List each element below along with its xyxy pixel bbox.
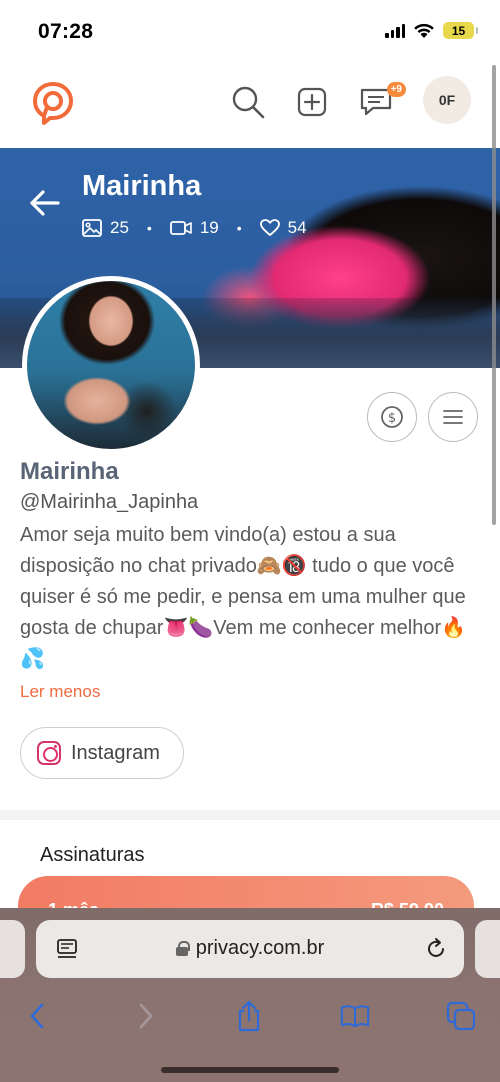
messages-button[interactable]: +9	[356, 82, 406, 122]
previous-tab-peek[interactable]	[0, 920, 25, 978]
status-bar: 07:28 15	[0, 0, 500, 62]
profile-bio: Amor seja muito bem vindo(a) estou a sua…	[20, 524, 467, 670]
home-indicator	[161, 1067, 339, 1073]
battery-icon: 15	[443, 22, 478, 39]
search-icon	[232, 86, 265, 119]
menu-icon	[443, 410, 463, 424]
lock-icon	[175, 941, 190, 956]
browser-toolbar: privacy.com.br	[0, 908, 500, 1082]
signal-icon	[385, 23, 405, 38]
bookmarks-button[interactable]	[340, 1000, 370, 1032]
cover-stats: 25 • 19 • 54	[82, 218, 307, 238]
subscriptions-section: Assinaturas 1 mês R$ 59,90	[0, 820, 500, 936]
tabs-icon	[446, 1001, 476, 1031]
cover-title: Mairinha	[82, 170, 202, 202]
scrollbar[interactable]	[492, 65, 496, 525]
image-icon	[82, 219, 102, 237]
subscriptions-title: Assinaturas	[40, 844, 145, 866]
reload-icon[interactable]	[424, 937, 448, 961]
new-post-button[interactable]	[292, 82, 332, 122]
privacy-logo-icon[interactable]	[30, 80, 76, 126]
next-tab-peek[interactable]	[475, 920, 500, 978]
instagram-button[interactable]: Instagram	[20, 727, 184, 779]
search-button[interactable]	[228, 82, 268, 122]
instagram-icon	[37, 741, 61, 765]
share-icon	[238, 1000, 260, 1032]
app-header: +9 0F	[0, 62, 500, 148]
svg-text:$: $	[388, 411, 396, 426]
separator-dot: •	[146, 220, 152, 236]
share-button[interactable]	[234, 1000, 264, 1032]
browser-back-button[interactable]	[22, 1000, 52, 1032]
url-text: privacy.com.br	[195, 937, 325, 959]
wifi-icon	[414, 23, 434, 38]
status-time: 07:28	[38, 20, 94, 43]
profile-avatar[interactable]	[22, 276, 200, 454]
chevron-left-icon	[30, 1003, 44, 1029]
chevron-right-icon	[139, 1003, 153, 1029]
dollar-coin-icon: $	[381, 406, 403, 428]
tabs-button[interactable]	[446, 1000, 476, 1032]
url-display[interactable]: privacy.com.br	[36, 937, 464, 960]
tip-button[interactable]: $	[367, 392, 417, 442]
videos-count: 19	[199, 218, 219, 237]
user-avatar[interactable]: 0F	[423, 76, 471, 124]
book-icon	[340, 1005, 370, 1028]
browser-nav	[0, 990, 500, 1046]
status-icons: 15	[385, 22, 478, 39]
separator-dot: •	[236, 220, 242, 236]
instagram-label: Instagram	[71, 741, 160, 764]
photos-count: 25	[110, 218, 129, 237]
video-icon	[169, 221, 192, 235]
read-less-link[interactable]: Ler menos	[20, 682, 100, 702]
unread-badge: +9	[386, 82, 406, 97]
address-bar[interactable]: privacy.com.br	[36, 920, 464, 978]
browser-forward-button[interactable]	[131, 1000, 161, 1032]
menu-button[interactable]	[428, 392, 478, 442]
plus-square-icon	[297, 87, 327, 117]
heart-icon	[259, 219, 280, 236]
profile-handle: @Mairinha_Japinha	[20, 491, 199, 513]
back-arrow-icon[interactable]	[28, 186, 62, 220]
likes-count: 54	[287, 218, 307, 237]
section-divider	[0, 810, 500, 820]
profile-card: $ Mairinha @Mairinha_Japinha Amor seja m…	[0, 276, 500, 810]
profile-name: Mairinha	[20, 458, 119, 485]
